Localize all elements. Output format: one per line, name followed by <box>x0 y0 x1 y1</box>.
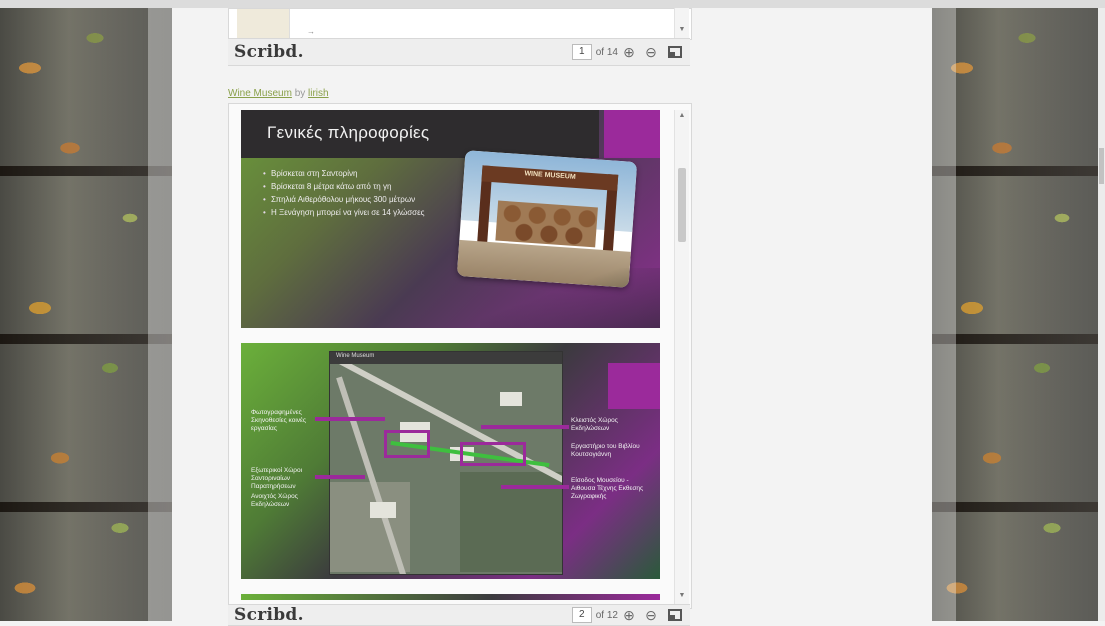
page-navigator: 1 of 14 <box>571 44 618 60</box>
map-label: Εργαστήριο του Βιβλίου Κουτσογιάννη <box>571 443 640 458</box>
zoom-out-icon[interactable]: ⊖ <box>640 41 662 63</box>
bullet-item: Σπηλιά Αιθερόθολου μήκους 300 μέτρων <box>263 194 433 205</box>
zoom-out-icon[interactable]: ⊖ <box>640 604 662 626</box>
decorative-square <box>604 110 660 158</box>
page-total-label: of 14 <box>595 46 618 58</box>
map-title: Wine Museum <box>336 353 375 359</box>
scroll-down-arrow-icon[interactable]: ▼ <box>675 592 689 599</box>
slide-2: Wine Museum Φωτογραφημένες Σκηνοθεσίες κ… <box>241 343 660 579</box>
zoom-in-icon[interactable]: ⊕ <box>618 41 640 63</box>
scroll-down-arrow-icon[interactable]: ▼ <box>675 26 689 33</box>
label-connector <box>501 485 569 489</box>
bullet-item: Η Ξενάγηση μπορεί να γίνει σε 14 γλώσσες <box>263 207 433 218</box>
document-title-link[interactable]: Wine Museum <box>228 88 292 99</box>
bullet-list: Βρίσκεται στη Σαντορίνη Βρίσκεται 8 μέτρ… <box>263 168 433 220</box>
map-label: Κλειστός Χώρος Εκδηλώσεων <box>571 417 618 432</box>
scribd-logo[interactable]: Scribd. <box>234 42 304 62</box>
scribd-logo[interactable]: Scribd. <box>234 605 304 625</box>
label-connector <box>315 417 385 421</box>
page-total-label: of 12 <box>595 609 618 621</box>
label-connector <box>481 425 569 429</box>
previous-document-viewer: → <box>228 8 692 40</box>
page-scrollbar-thumb[interactable] <box>1099 148 1104 184</box>
map-label: Είσοδος Μουσείου - Αιθουσα Τέχνης Εκθεση… <box>571 477 644 500</box>
scrollbar-thumb[interactable] <box>678 168 686 242</box>
fullscreen-icon[interactable] <box>668 46 682 58</box>
bullet-item: Βρίσκεται στη Σαντορίνη <box>263 168 433 179</box>
browser-top-edge <box>0 0 1105 8</box>
scribd-toolbar-top: Scribd. 1 of 14 ⊕ ⊖ <box>228 38 690 66</box>
author-link[interactable]: lirish <box>308 88 329 99</box>
slide-3-preview <box>241 594 660 600</box>
wood-background-left <box>0 8 172 621</box>
map-label: Φωτογραφημένες Σκηνοθεσίες κοινές εργασί… <box>251 409 307 432</box>
document-scrollbar[interactable]: ▲ ▼ <box>674 110 689 604</box>
map-label: Ανοιχτός Χώρος Εκδηλώσεων <box>251 493 298 508</box>
slide-title: Γενικές πληροφορίες <box>267 123 430 142</box>
document-attribution: Wine Museum by lirish <box>228 88 329 99</box>
satellite-map: Wine Museum <box>329 351 563 575</box>
arrow-glyph: → <box>307 27 315 36</box>
slide-1: Γενικές πληροφορίες Βρίσκεται στη Σαντορ… <box>241 110 660 328</box>
scroll-up-arrow-icon[interactable]: ▲ <box>675 112 689 119</box>
decorative-square <box>608 363 660 409</box>
fullscreen-icon[interactable] <box>668 609 682 621</box>
page-number-input[interactable]: 1 <box>571 44 592 60</box>
map-label: Εξωτερικοί Χώροι Σαντοριναίων Παρατηρήσε… <box>251 467 303 490</box>
by-label: by <box>294 88 306 99</box>
bullet-item: Βρίσκεται 8 μέτρα κάτω από τη γη <box>263 181 433 192</box>
label-connector <box>315 475 365 479</box>
wood-background-right <box>932 8 1098 621</box>
zoom-in-icon[interactable]: ⊕ <box>618 604 640 626</box>
previous-viewer-scrollbar[interactable]: ▼ <box>674 8 689 38</box>
page-thumbnail <box>237 9 290 39</box>
scribd-toolbar-bottom: Scribd. 2 of 12 ⊕ ⊖ <box>228 604 690 626</box>
page-scrollbar[interactable] <box>1098 8 1105 621</box>
